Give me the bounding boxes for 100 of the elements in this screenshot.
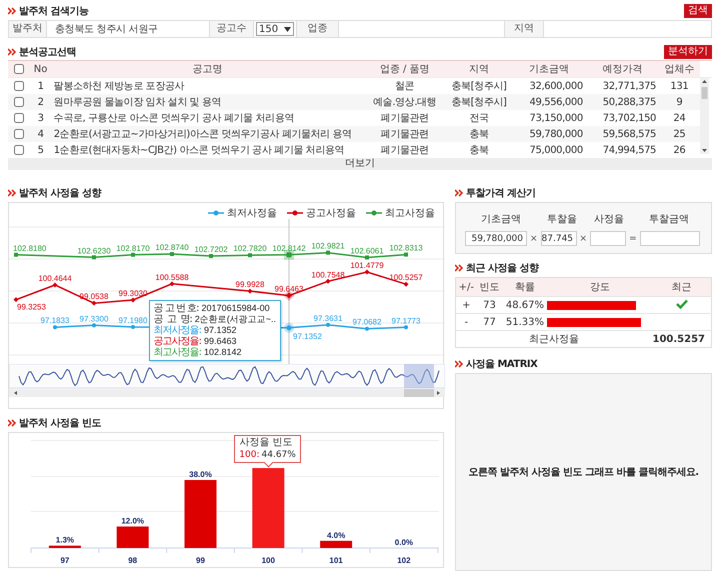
data-label: 97.3631 [314,314,342,323]
table-cell: - [464,316,468,328]
column-header: 지역 [468,64,489,75]
tooltip-label: 최고사정율: [154,347,202,358]
section-title: 투찰가격 계산기 [466,187,536,200]
table-cell: 철콘 [395,81,414,92]
value-label: 4.0% [326,530,346,540]
tooltip-label: 최저사정율: [154,325,202,336]
data-label: 102.8313 [389,244,423,253]
data-label: 97.1833 [40,316,70,326]
checkbox[interactable] [14,80,24,91]
axis-label: 98 [128,556,138,565]
bar[interactable] [320,540,352,548]
table-cell: 77 [483,316,496,328]
data-label: 100.7548 [311,270,345,280]
table-cell: 2 [38,96,44,108]
data-label: 99.6463 [274,284,304,294]
table-cell: 폐기물관련 [380,145,429,156]
data-point [326,322,330,327]
column-header: 업종 / 품명 [380,64,430,75]
data-point [209,254,213,258]
table-cell: 131 [670,80,688,92]
data-label: 102.7202 [194,245,228,254]
highlight-marker [284,250,294,260]
axis-label: 100 [262,556,275,565]
tooltip-value: 102.8142 [204,347,242,358]
column-header: No [34,64,48,74]
table-cell: 4 [38,128,44,140]
table-cell: 충북 [469,145,489,156]
table-cell: 51.33% [506,316,544,328]
checkbox[interactable] [14,112,24,123]
data-point [248,253,252,258]
input-field[interactable]: 59,780,000 [465,231,527,246]
column-header: 기초금액 [529,64,570,75]
axis-label: 97 [60,556,70,565]
action-button[interactable]: 분석하기 [664,44,712,58]
bar[interactable] [252,468,284,548]
action-button[interactable]: 검색 [684,4,712,18]
checkbox[interactable] [14,64,24,74]
data-label: 99.9928 [236,280,264,290]
table-cell: 충북[청주시] [451,81,506,92]
legend-marker-icon [208,210,224,216]
tooltip-value: 20170615984-00 [202,303,270,314]
legend-label: 최저사정율 [227,206,277,220]
data-point [404,252,408,257]
table-cell: 2순환로(서광고교~가마상거리)아스콘 덧씌우기공사 폐기물처리 용역 [54,129,352,140]
checkbox[interactable] [14,144,24,155]
data-label: 101.4779 [350,261,384,270]
column-header: 공고명 [192,64,222,75]
axis-label: 102 [397,556,411,565]
bar[interactable] [116,526,149,548]
data-point [170,252,174,256]
tooltip-label: 100: [239,449,260,461]
data-point [131,252,135,257]
data-point [170,281,174,286]
data-point [92,255,96,260]
data-label: 102.6061 [350,246,384,256]
field-label: 사정율 [593,212,625,226]
table-cell: 25 [673,128,686,140]
table-cell: 수곡로, 구룡산로 아스콘 덧씌우기 공사 폐기물 처리용역 [54,113,294,124]
data-label: 100.5588 [155,272,189,282]
table-cell: 100.5257 [652,334,705,344]
data-label: 97.1773 [392,316,420,326]
table-cell: 24 [673,112,686,124]
table-cell: 73 [483,300,496,310]
data-point [365,256,369,260]
table-cell: 폐기물관련 [380,129,429,140]
section-title: 최근 사정율 성향 [466,262,538,275]
input-field[interactable]: 87.745 [540,231,577,246]
data-point [326,278,330,284]
column-header: 강도 [590,282,610,293]
tooltip-label: 공 고 번 호: [154,303,199,314]
data-label: 100.4644 [38,274,72,284]
value-label: 12.0% [121,516,144,526]
tooltip-value: 97.1352 [204,325,237,336]
data-label: 100.5257 [389,273,423,282]
chevron-icon [455,189,463,197]
checkbox[interactable] [14,128,24,139]
table-cell: 최근사정율 [529,334,580,345]
navigator-drawing[interactable] [9,364,445,397]
field-label: 기초금액 [480,212,522,226]
operator-sign: = [629,234,637,244]
highlight-marker [284,322,294,333]
table-cell: 73,150,000 [530,112,583,124]
data-point [248,288,252,294]
table-cell: 59,568,575 [602,128,656,140]
chevron-icon [455,264,463,272]
input-field[interactable] [640,231,700,246]
table-cell: 전국 [469,113,489,124]
checkbox[interactable] [14,96,24,107]
data-point [92,300,96,306]
column-header: 최근 [672,282,692,293]
table-cell: 원마루공원 물놀이장 임차 설치 및 용역 [54,97,222,108]
input-field[interactable] [590,231,626,246]
more-button[interactable]: 더보기 [8,158,712,170]
scrollbar[interactable] [700,78,709,154]
chevron-icon [8,189,16,197]
table-cell: 예술.영상.대행 [373,97,436,108]
legend-label: 공고사정율 [306,206,356,220]
data-label: 97.1352 [293,332,322,341]
